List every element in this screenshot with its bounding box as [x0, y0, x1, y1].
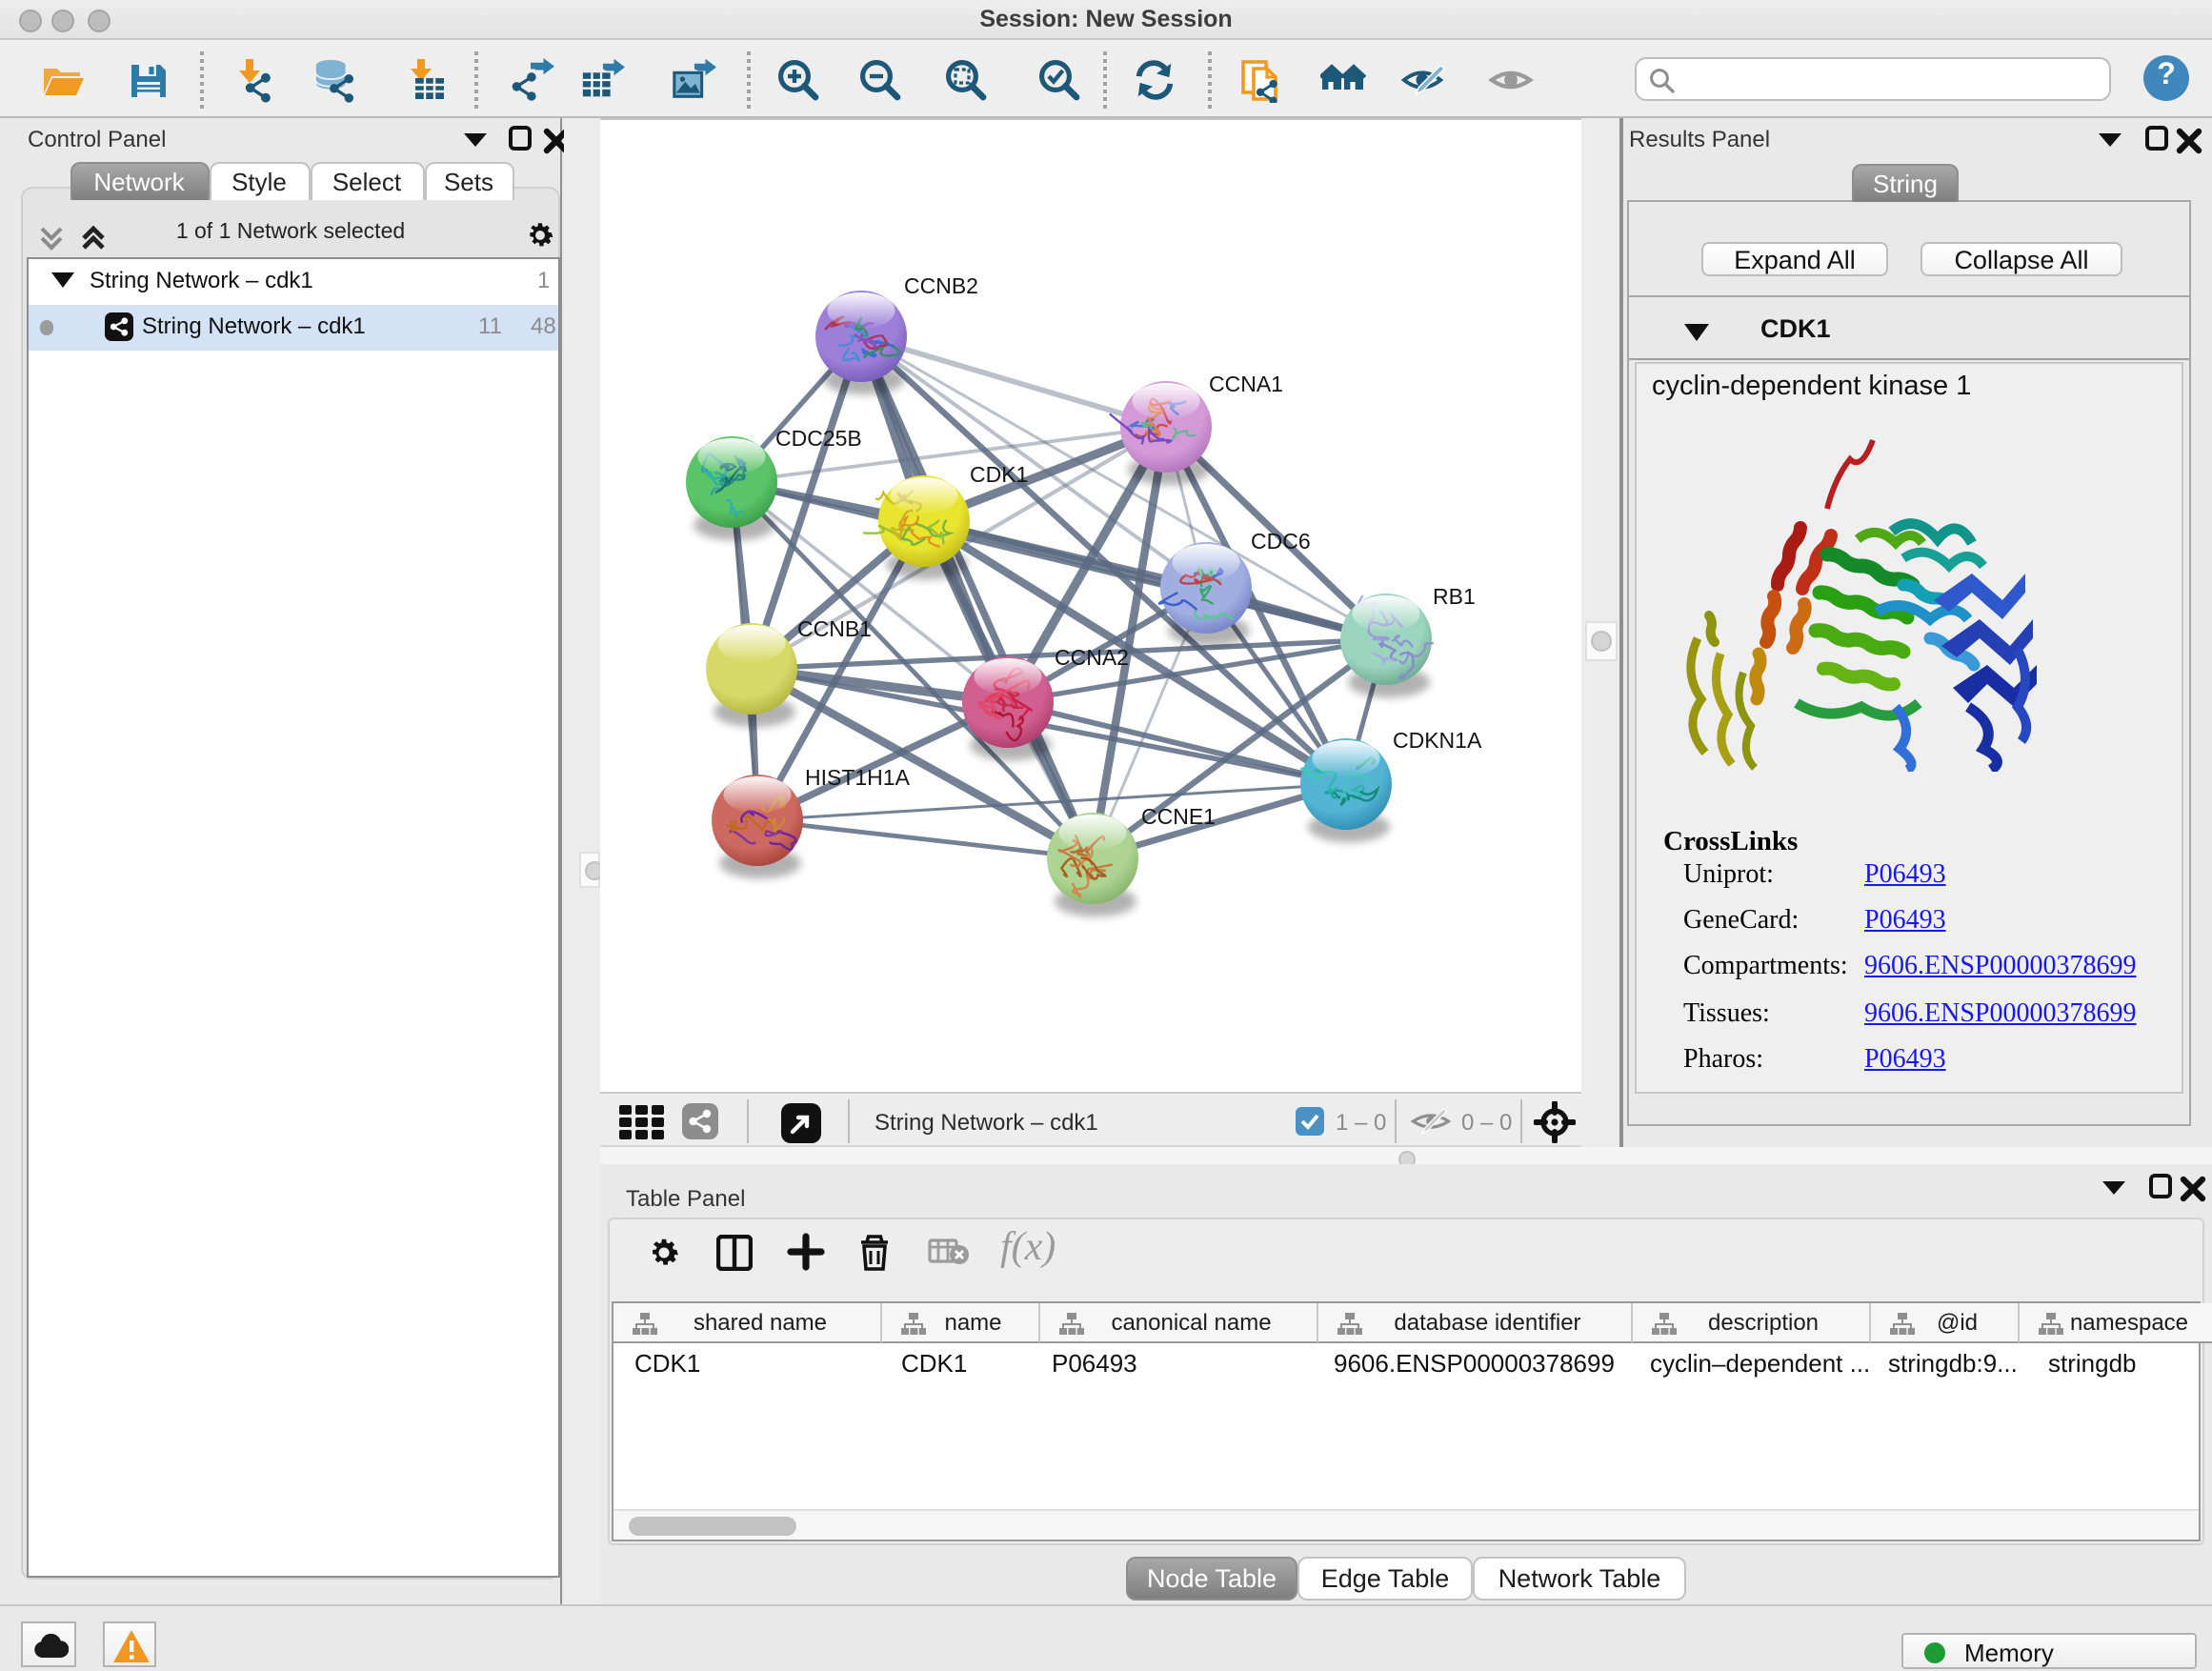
svg-text:CDC25B: CDC25B	[775, 426, 862, 451]
svg-text:CCNE1: CCNE1	[1141, 804, 1216, 829]
svg-text:CCNA1: CCNA1	[1209, 372, 1283, 396]
svg-text:HIST1H1A: HIST1H1A	[805, 765, 911, 790]
svg-text:CCNA2: CCNA2	[1055, 645, 1129, 670]
svg-text:CCNB1: CCNB1	[797, 616, 872, 641]
svg-text:CDK1: CDK1	[970, 462, 1028, 487]
svg-text:CDKN1A: CDKN1A	[1393, 728, 1482, 753]
svg-text:CDC6: CDC6	[1251, 529, 1311, 554]
svg-text:RB1: RB1	[1433, 584, 1476, 609]
svg-text:CCNB2: CCNB2	[904, 273, 978, 298]
